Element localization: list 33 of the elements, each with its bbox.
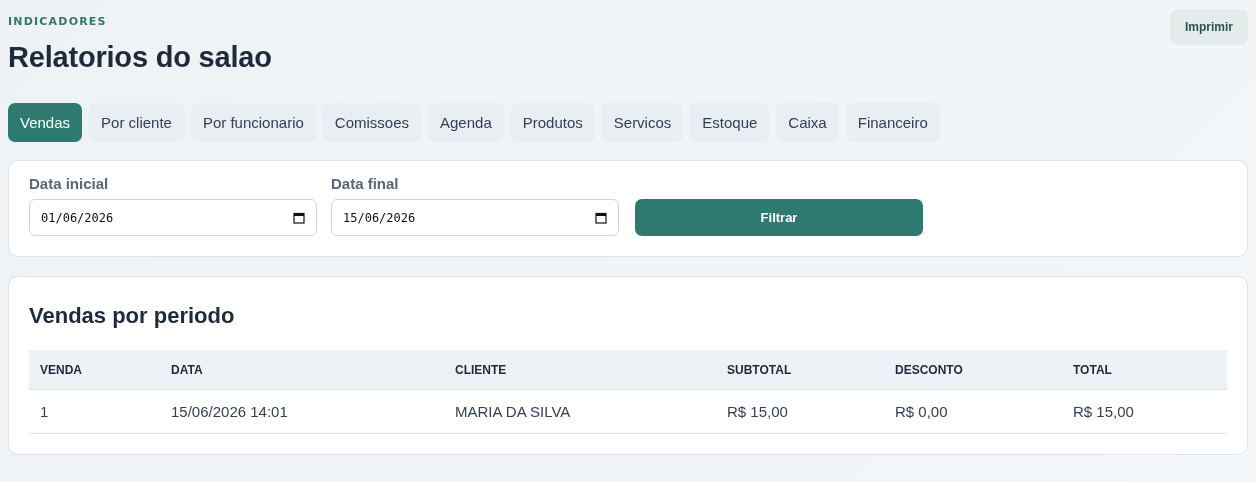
calendar-icon[interactable] — [595, 211, 607, 224]
date-field[interactable]: 01/06/2026 — [29, 199, 317, 236]
report-tab[interactable]: Agenda — [428, 103, 504, 142]
field-label: Data final — [331, 175, 400, 192]
report-tab[interactable]: Financeiro — [845, 103, 940, 142]
report-tab[interactable]: Por cliente — [89, 103, 184, 142]
table-cell-text: R$ 0,00 — [894, 403, 949, 420]
report-tab[interactable]: Servicos — [601, 103, 684, 142]
column-header: DATA — [170, 362, 204, 377]
column-header: SUBTOTAL — [726, 362, 793, 377]
date-field[interactable]: 15/06/2026 — [331, 199, 619, 236]
report-tab[interactable]: Estoque — [690, 103, 770, 142]
table-cell-text: MARIA DA SILVA — [454, 403, 572, 420]
table-cell-text: 1 — [39, 403, 50, 420]
table-cell-text: R$ 15,00 — [726, 403, 789, 420]
page-title: Relatorios do salao — [8, 41, 272, 74]
field-label: Data inicial — [29, 175, 110, 192]
filter-button[interactable]: Filtrar — [635, 199, 923, 236]
column-header: DESCONTO — [894, 362, 964, 377]
section-label: INDICADORES — [8, 15, 107, 28]
report-tab[interactable]: Comissoes — [322, 103, 421, 142]
column-header: VENDA — [39, 362, 83, 377]
report-tab[interactable]: Caixa — [776, 103, 839, 142]
table-title: Vendas por periodo — [29, 303, 236, 329]
column-header: CLIENTE — [454, 362, 508, 377]
report-tab[interactable]: Por funcionario — [190, 103, 316, 142]
report-tab[interactable]: Produtos — [510, 103, 595, 142]
table-cell-text: R$ 15,00 — [1072, 403, 1135, 420]
print-button[interactable]: Imprimir — [1170, 9, 1248, 45]
calendar-icon[interactable] — [293, 211, 305, 224]
column-header: TOTAL — [1072, 362, 1113, 377]
report-tab[interactable]: Vendas — [8, 103, 83, 142]
table-cell-text: 15/06/2026 14:01 — [170, 403, 289, 420]
